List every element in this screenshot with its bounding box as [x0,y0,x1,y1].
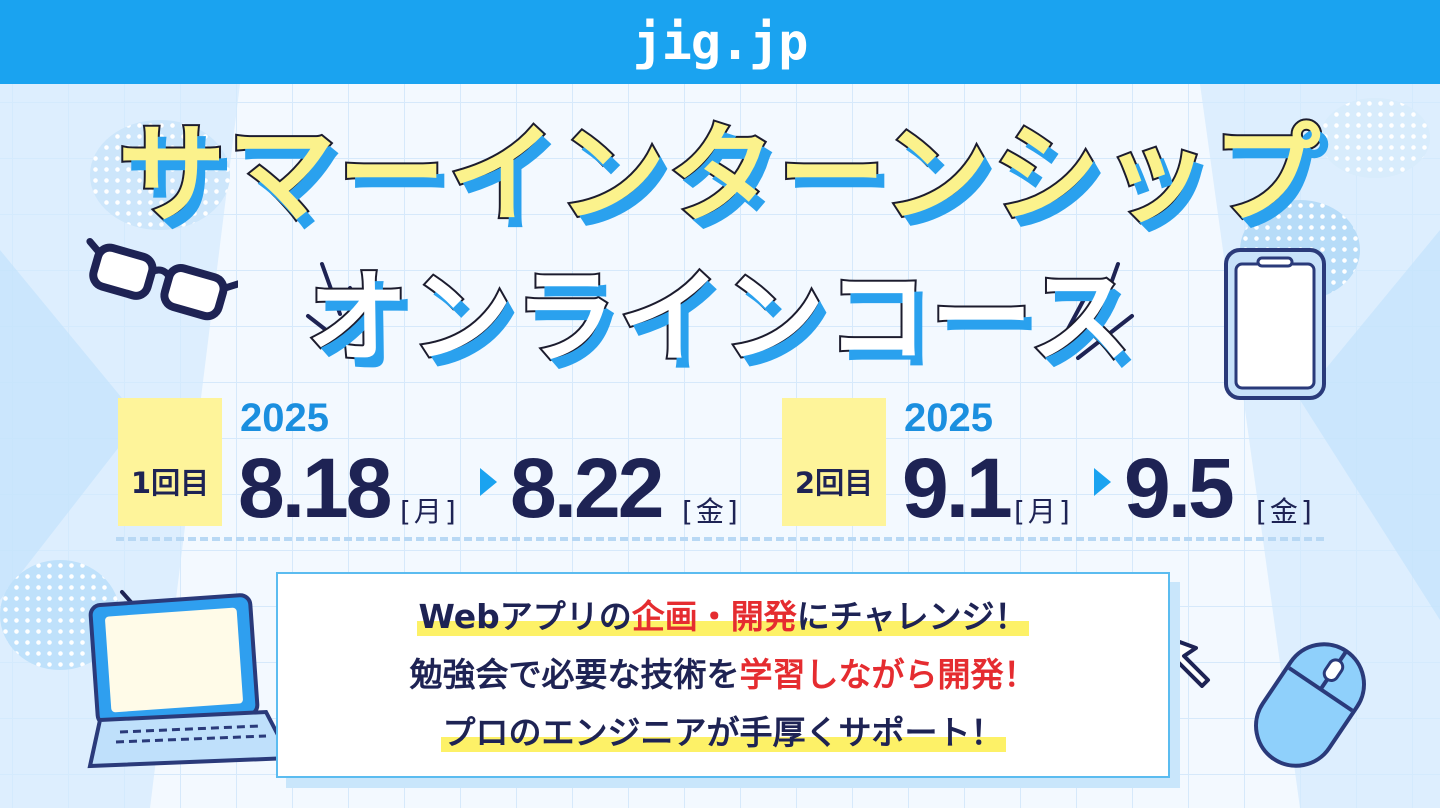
info-line-2: 勉強会で必要な技術を学習しながら開発！ [278,652,1168,698]
session-2-badge: 2回目 [782,398,886,526]
info-line-2-highlight: 学習しながら開発！ [739,655,1037,694]
header-bar: jig.jp [0,0,1440,84]
smartphone-icon [1224,248,1326,400]
info-line-2-pre: 勉強会で必要な技術を [409,655,740,694]
info-line-1: Webアプリの企画・開発にチャレンジ！ [278,594,1168,640]
session-1-end-date: 8.22 [510,441,664,535]
info-box: Webアプリの企画・開発にチャレンジ！ 勉強会で必要な技術を学習しながら開発！ … [276,572,1170,778]
session-2-end-dow: [金] [1256,495,1315,528]
session-1-start-dow: [月] [400,495,459,528]
session-2-year: 2025 [904,396,993,440]
info-line-1-pre: Webアプリの [418,597,632,636]
session-2-arrow [1094,468,1111,496]
info-line-1-post: にチャレンジ！ [796,597,1028,636]
mouse-icon [1254,642,1366,768]
glasses-icon [86,237,238,321]
session-1-year: 2025 [240,396,329,440]
info-line-1-highlight: 企画・開発 [631,597,797,636]
dashed-divider [116,537,1324,541]
session-2-start-dow: [月] [1014,495,1073,528]
jig-jp-logo[interactable]: jig.jp [633,17,809,67]
session-1-start-date: 8.18 [238,441,392,535]
session-2-start-date: 9.1 [902,441,1013,535]
session-1-badge: 1回目 [118,398,222,526]
session-1-end-dow: [金] [682,495,741,528]
info-line-3: プロのエンジニアが手厚くサポート！ [278,710,1168,756]
info-line-1-text: Webアプリの企画・開発にチャレンジ！ [416,597,1030,636]
session-1-arrow [480,468,497,496]
info-line-3-text: プロのエンジニアが手厚くサポート！ [440,713,1006,752]
laptop-icon [87,590,294,769]
title-line-1: サマーインターンシップ [116,111,1323,240]
session-2-end-date: 9.5 [1124,441,1235,535]
banner: jig.jp サマーインターンシップ オンラインコース 1回目 2025 8.1… [0,0,1440,808]
